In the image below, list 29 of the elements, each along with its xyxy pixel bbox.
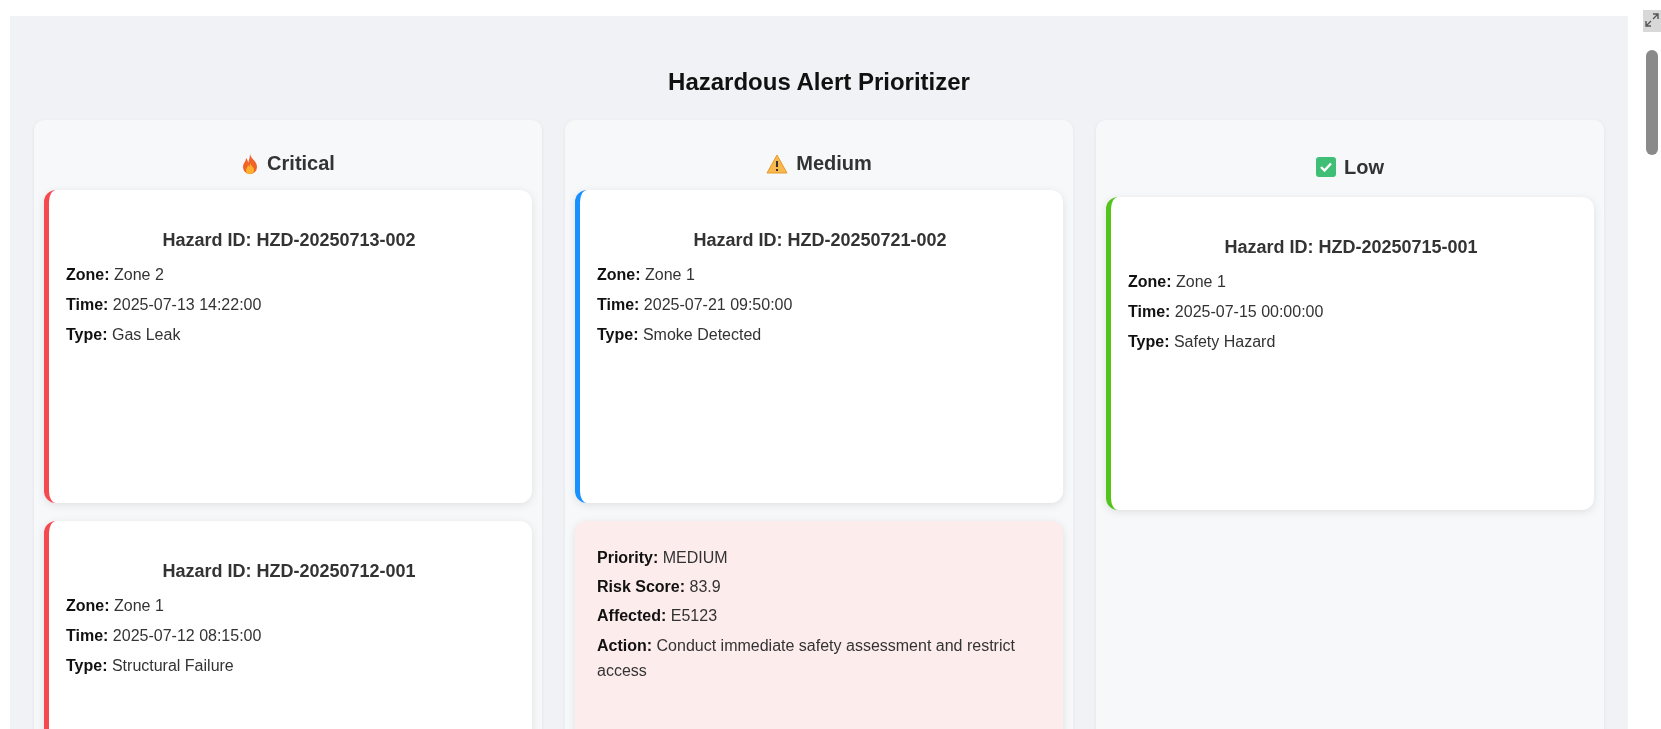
field-line: Type: Gas Leak — [66, 325, 182, 345]
field-line: Time: 2025-07-15 00:00:00 — [1128, 302, 1325, 322]
field-line: Zone: Zone 2 — [66, 265, 165, 285]
column-title: Medium — [796, 152, 872, 175]
scrollbar-thumb[interactable] — [1646, 50, 1658, 155]
field-line: Priority: MEDIUM — [597, 548, 729, 568]
hazard-id: Hazard ID: HZD-20250721-002 — [692, 229, 948, 252]
field-line: Affected: E5123 — [597, 606, 719, 626]
field-line: Time: 2025-07-12 08:15:00 — [66, 626, 263, 646]
field-line: Type: Safety Hazard — [1128, 332, 1277, 352]
field-line: Time: 2025-07-13 14:22:00 — [66, 295, 263, 315]
checkmark-icon — [1316, 157, 1336, 177]
warning-icon — [766, 153, 789, 174]
hazard-id: Hazard ID: HZD-20250712-001 — [161, 560, 417, 583]
flame-icon — [241, 152, 260, 175]
field-line: Zone: Zone 1 — [597, 265, 696, 285]
field-line: Type: Smoke Detected — [597, 325, 763, 345]
hazard-id: Hazard ID: HZD-20250715-001 — [1223, 236, 1479, 259]
field-line: Zone: Zone 1 — [1128, 272, 1227, 292]
field-line: Risk Score: 83.9 — [597, 577, 722, 597]
field-line: Type: Structural Failure — [66, 656, 235, 676]
field-line: Action: Conduct immediate safety assessment and restrict access — [597, 636, 1016, 681]
field-line: Zone: Zone 1 — [66, 596, 165, 616]
field-line: Time: 2025-07-21 09:50:00 — [597, 295, 794, 315]
page-title: Hazardous Alert Prioritizer — [667, 67, 971, 97]
hazard-id: Hazard ID: HZD-20250713-002 — [161, 229, 417, 252]
column-title: Critical — [267, 152, 335, 175]
expand-icon[interactable] — [1643, 10, 1661, 32]
column-title: Low — [1344, 155, 1384, 179]
